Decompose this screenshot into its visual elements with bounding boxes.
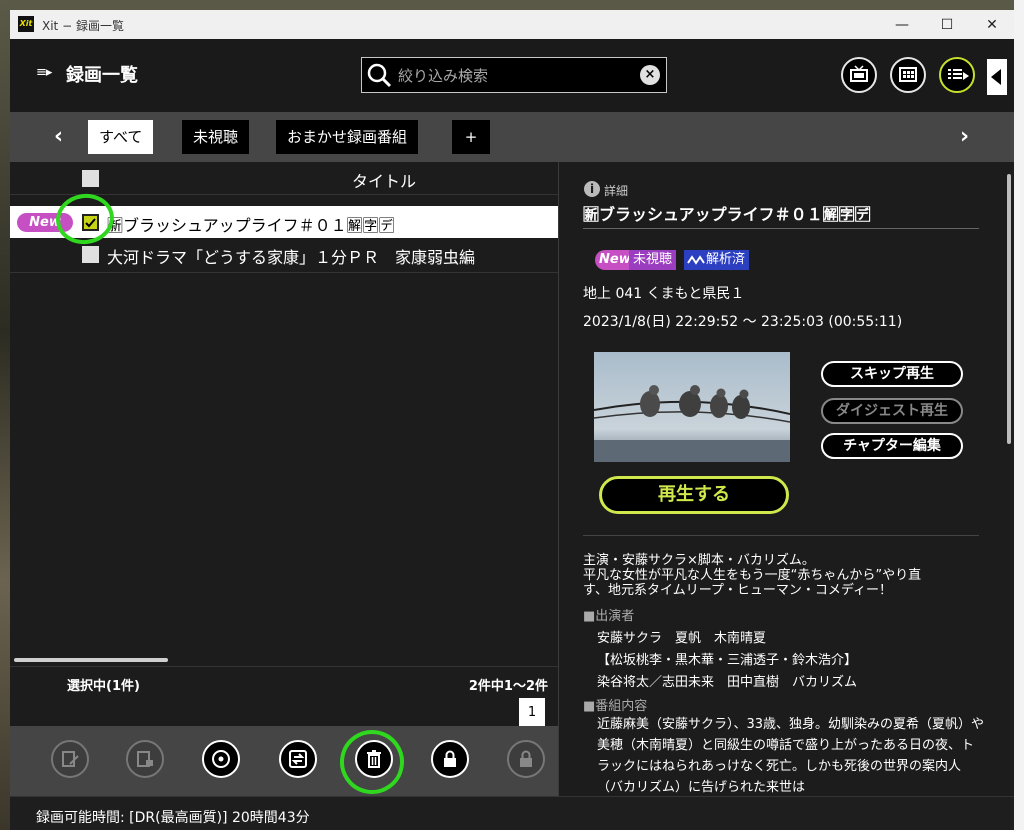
cast-line: 【松坂桃李・黒木華・三浦透子・鈴木浩介】 <box>597 653 858 668</box>
selection-count: 選択中(1件) <box>67 679 140 694</box>
analyzed-badge: 解析済 <box>684 250 750 270</box>
edit-icon <box>62 751 79 767</box>
filter-tabs: ‹ すべて 未視聴 おまかせ録画番組 + › <box>10 112 1014 162</box>
page-number[interactable]: 1 <box>519 698 545 728</box>
app-icon: Xit <box>18 16 34 32</box>
delete-annotation-circle <box>334 724 410 800</box>
row-checkbox[interactable] <box>82 246 99 263</box>
action-toolbar <box>10 724 558 800</box>
transfer-icon <box>289 750 307 768</box>
program-guide-button[interactable] <box>890 57 926 93</box>
recording-capacity: 録画可能時間: [DR(最高画質)] 20時間43分 <box>36 810 310 826</box>
window-titlebar: Xit Xit − 録画一覧 — ☐ ✕ <box>10 10 1014 39</box>
tv-icon <box>850 65 868 82</box>
recording-title: 🈟ブラッシュアップライフ＃０１🈖🈑🈓 <box>107 216 395 235</box>
detail-title: 🈟ブラッシュアップライフ＃０１🈖🈑🈓 <box>583 205 871 224</box>
edit-title-button[interactable] <box>51 740 89 778</box>
list-column-header: タイトル <box>10 162 558 195</box>
add-tab-button[interactable]: + <box>452 120 490 154</box>
lock-icon <box>444 750 456 767</box>
move-recording-button[interactable] <box>126 740 164 778</box>
content-header: ■番組内容 <box>583 699 648 714</box>
cast-line: 安藤サクラ 夏帆 木南晴夏 <box>597 631 767 646</box>
play-button[interactable]: 再生する <box>599 476 789 514</box>
app-header: ≡▸ 録画一覧 × <box>10 39 1014 112</box>
description-line: す、地元系タイムリープ・ヒューマン・コメディー！ <box>583 583 893 598</box>
clear-search-icon[interactable]: × <box>640 65 660 85</box>
recording-thumbnail[interactable] <box>594 352 790 462</box>
detail-label: 詳細 <box>604 184 629 198</box>
search-icon <box>367 63 392 88</box>
recording-title: 大河ドラマ「どうする家康」１分ＰＲ 家康弱虫編 <box>107 248 476 267</box>
vertical-scrollbar[interactable] <box>1007 174 1011 444</box>
move-icon <box>137 751 153 767</box>
tab-unwatched[interactable]: 未視聴 <box>182 120 250 154</box>
tv-button[interactable] <box>841 57 877 93</box>
close-button[interactable]: ✕ <box>972 14 1012 36</box>
chapter-edit-button[interactable]: チャプター編集 <box>821 433 963 459</box>
recordings-list-button[interactable] <box>939 57 975 93</box>
program-content: 近藤麻美（安藤サクラ）、33歳、独身。幼馴染みの夏希（夏帆）や美穂（木南晴夏）と… <box>597 717 985 795</box>
cast-line: 染谷将太／志田未来 田中直樹 バカリズム <box>597 675 858 690</box>
tab-all[interactable]: すべて <box>88 120 154 154</box>
page-title: 録画一覧 <box>66 65 138 86</box>
maximize-button[interactable]: ☐ <box>927 14 967 36</box>
search-input[interactable] <box>396 62 630 90</box>
waveform-icon <box>687 255 705 265</box>
window-title: Xit − 録画一覧 <box>42 19 124 33</box>
chevron-left-icon[interactable]: ‹ <box>54 124 63 149</box>
app-window: Xit Xit − 録画一覧 — ☐ ✕ ≡▸ 録画一覧 × <box>10 10 1014 830</box>
unlock-icon <box>520 750 532 767</box>
status-bar: 録画可能時間: [DR(最高画質)] 20時間43分 <box>10 796 1014 830</box>
unprotect-button[interactable] <box>507 740 545 778</box>
cast-header: ■出演者 <box>583 609 635 624</box>
recording-list-panel: タイトル New 🈟ブラッシュアップライフ＃０１🈖🈑🈓 大河ドラマ「どうする家康… <box>10 162 558 743</box>
transfer-button[interactable] <box>279 740 317 778</box>
unwatched-badge: 未視聴 <box>629 250 677 270</box>
search-box: × <box>361 57 667 93</box>
select-all-checkbox[interactable] <box>82 170 99 187</box>
minimize-button[interactable]: — <box>882 14 922 36</box>
description-line: 主演・安藤サクラ×脚本・バカリズム。 <box>583 553 815 568</box>
info-icon: i <box>584 181 600 197</box>
chevron-right-icon[interactable]: › <box>960 124 969 149</box>
horizontal-scrollbar[interactable] <box>14 658 168 662</box>
broadcast-datetime: 2023/1/8(日) 22:29:52 〜 23:25:03 (00:55:1… <box>583 314 903 330</box>
description-line: 平凡な女性が平凡な人生をもう一度“赤ちゃんから”やり直 <box>583 568 922 583</box>
recording-list-icon <box>948 69 969 80</box>
skip-play-button[interactable]: スキップ再生 <box>821 361 963 387</box>
column-title: タイトル <box>352 172 417 191</box>
digest-play-button[interactable]: ダイジェスト再生 <box>821 398 963 424</box>
dub-to-disc-button[interactable] <box>202 740 240 778</box>
analyzed-label: 解析済 <box>706 252 746 267</box>
channel-info: 地上 041 くまもと県民１ <box>583 286 745 302</box>
detail-divider <box>583 228 979 229</box>
collapse-panel-button[interactable] <box>987 59 1007 95</box>
detail-panel: i 詳細 🈟ブラッシュアップライフ＃０１🈖🈑🈓 New 未視聴 解析済 地上 0… <box>558 162 1014 796</box>
protect-button[interactable] <box>431 740 469 778</box>
list-menu-icon[interactable]: ≡▸ <box>36 65 52 80</box>
program-guide-icon <box>899 67 917 82</box>
tab-auto-recorded[interactable]: おまかせ録画番組 <box>276 120 419 154</box>
disc-icon <box>212 750 230 768</box>
result-range: 2件中1〜2件 <box>468 679 548 694</box>
